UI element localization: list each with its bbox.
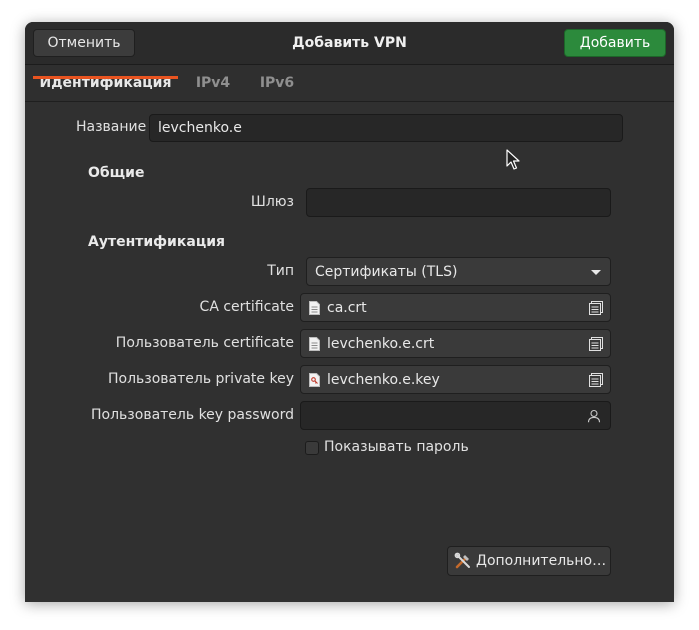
auth-type-combo[interactable]: Сертификаты (TLS) [306, 257, 611, 286]
mouse-pointer-icon [506, 149, 520, 170]
tab-ipv6[interactable]: IPv6 [255, 65, 299, 101]
folder-open-icon [589, 373, 603, 387]
gateway-label: Шлюз [250, 194, 294, 210]
name-input[interactable] [149, 114, 623, 142]
private-key-label: Пользователь private key [107, 371, 294, 387]
advanced-button[interactable]: Дополнительно… [447, 546, 611, 576]
vpn-dialog: Отменить Добавить VPN Добавить Идентифик… [25, 22, 674, 602]
advanced-button-label: Дополнительно… [476, 553, 607, 569]
folder-open-icon [589, 337, 603, 351]
key-document-icon [309, 372, 320, 387]
dropdown-arrow-icon [591, 270, 601, 275]
document-icon [309, 300, 320, 315]
tools-icon [454, 552, 470, 569]
ca-certificate-chooser[interactable]: ca.crt [300, 293, 611, 322]
general-section-heading: Общие [88, 165, 145, 181]
key-password-label: Пользователь key password [91, 407, 294, 423]
user-icon[interactable] [587, 409, 601, 423]
user-certificate-label: Пользователь certificate [115, 335, 294, 351]
key-password-input[interactable] [300, 401, 611, 430]
type-label: Тип [267, 263, 294, 279]
gateway-input[interactable] [306, 188, 611, 217]
show-password-label[interactable]: Показывать пароль [324, 439, 469, 455]
ca-certificate-filename: ca.crt [327, 299, 367, 316]
document-icon [309, 336, 320, 351]
tab-identity[interactable]: Идентификация [33, 65, 178, 101]
private-key-filename: levchenko.e.key [327, 371, 440, 388]
private-key-chooser[interactable]: levchenko.e.key [300, 365, 611, 394]
folder-open-icon [589, 301, 603, 315]
auth-section-heading: Аутентификация [88, 234, 225, 250]
name-label: Название [76, 119, 147, 135]
header-bar: Отменить Добавить VPN Добавить [25, 22, 674, 65]
tab-bar: Идентификация IPv4 IPv6 [25, 65, 674, 102]
show-password-checkbox[interactable] [305, 441, 319, 455]
auth-type-value: Сертификаты (TLS) [315, 263, 458, 280]
active-tab-indicator [33, 76, 178, 79]
add-button[interactable]: Добавить [564, 29, 666, 57]
cancel-button[interactable]: Отменить [33, 29, 135, 57]
user-certificate-filename: levchenko.e.crt [327, 335, 435, 352]
ca-certificate-label: CA certificate [199, 299, 294, 315]
tab-ipv4[interactable]: IPv4 [191, 65, 235, 101]
user-certificate-chooser[interactable]: levchenko.e.crt [300, 329, 611, 358]
